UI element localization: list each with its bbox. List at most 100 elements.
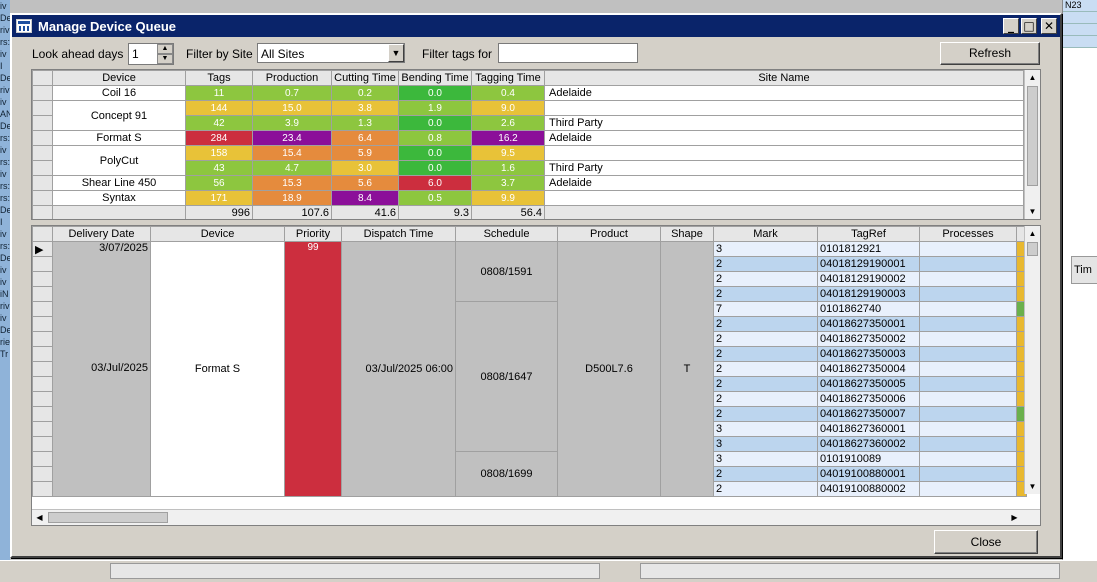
table-row[interactable]: Format S 284 23.4 6.4 0.8 16.2 Adelaide [32, 130, 1024, 146]
metric-cell-tags[interactable]: 171 [185, 190, 253, 206]
processes-cell[interactable] [919, 451, 1017, 467]
title-bar[interactable]: Manage Device Queue _ □ ✕ [12, 15, 1060, 37]
tagref-cell[interactable]: 04018627350006 [817, 391, 920, 407]
queue-vscroll[interactable]: ▲ ▼ [1024, 226, 1040, 494]
metric-cell-production[interactable]: 15.3 [252, 175, 332, 191]
site-name-cell[interactable]: Third Party [544, 115, 1024, 131]
look-ahead-spinner[interactable]: 1 ▲ ▼ [128, 43, 174, 65]
processes-cell[interactable] [919, 421, 1017, 437]
schedule-cell[interactable]: 0808/1647 [455, 301, 558, 452]
metric-cell-bending[interactable]: 0.0 [398, 160, 472, 176]
row-indicator[interactable] [32, 406, 53, 422]
site-name-cell[interactable]: Third Party [544, 160, 1024, 176]
summary-column-header[interactable]: Tagging Time [471, 70, 545, 86]
queue-scroll-thumb[interactable] [1027, 242, 1038, 256]
row-indicator[interactable] [32, 175, 53, 191]
metric-cell-cutting[interactable]: 5.9 [331, 145, 399, 161]
metric-cell-production[interactable]: 3.9 [252, 115, 332, 131]
metric-cell-tags[interactable]: 144 [185, 100, 253, 116]
row-indicator[interactable] [32, 286, 53, 302]
mark-cell[interactable]: 2 [713, 331, 818, 347]
row-indicator[interactable] [32, 130, 53, 146]
device-name-cell[interactable]: Format S [52, 130, 186, 146]
shape-cell[interactable]: T [660, 241, 714, 497]
metric-cell-cutting[interactable]: 0.2 [331, 85, 399, 101]
metric-cell-tags[interactable]: 43 [185, 160, 253, 176]
metric-cell-tagging[interactable]: 1.6 [471, 160, 545, 176]
processes-cell[interactable] [919, 271, 1017, 287]
row-indicator[interactable] [32, 376, 53, 392]
processes-cell[interactable] [919, 241, 1017, 257]
background-hscroll-right[interactable] [640, 563, 1060, 579]
row-indicator[interactable] [32, 256, 53, 272]
mark-cell[interactable]: 2 [713, 286, 818, 302]
table-row[interactable]: PolyCut 158 15.4 5.9 0.0 9.5 [32, 145, 1024, 176]
mark-cell[interactable]: 2 [713, 361, 818, 377]
metric-cell-cutting[interactable]: 5.6 [331, 175, 399, 191]
metric-cell-cutting[interactable]: 3.8 [331, 100, 399, 116]
device-name-cell[interactable]: Coil 16 [52, 85, 186, 101]
row-indicator[interactable] [32, 421, 53, 437]
queue-column-header[interactable]: Priority [284, 226, 342, 242]
metric-cell-bending[interactable]: 0.5 [398, 190, 472, 206]
tagref-cell[interactable]: 0101812921 [817, 241, 920, 257]
close-button[interactable]: Close [934, 530, 1038, 554]
row-indicator[interactable] [32, 346, 53, 362]
metric-cell-tags[interactable]: 56 [185, 175, 253, 191]
mark-cell[interactable]: 3 [713, 421, 818, 437]
table-row[interactable]: Syntax 171 18.9 8.4 0.5 9.9 [32, 190, 1024, 206]
tagref-cell[interactable]: 04019100880001 [817, 466, 920, 482]
summary-column-header[interactable]: Production [252, 70, 332, 86]
mark-cell[interactable]: 3 [713, 241, 818, 257]
device-name-cell[interactable]: Syntax [52, 190, 186, 206]
maximize-button[interactable]: □ [1021, 18, 1037, 34]
table-row[interactable]: ▶ 3/07/2025 03/Jul/2025 Format S 99 03/Jul/20… [32, 241, 1027, 497]
queue-column-header[interactable]: Product [557, 226, 661, 242]
device-name-cell[interactable]: Concept 91 [52, 100, 186, 131]
metric-cell-production[interactable]: 23.4 [252, 130, 332, 146]
row-indicator[interactable] [32, 316, 53, 332]
processes-cell[interactable] [919, 481, 1017, 497]
queue-column-header[interactable]: Processes [919, 226, 1017, 242]
metric-cell-cutting[interactable]: 1.3 [331, 115, 399, 131]
queue-column-header[interactable]: Dispatch Time [341, 226, 456, 242]
metric-cell-cutting[interactable]: 8.4 [331, 190, 399, 206]
summary-vscroll[interactable]: ▲ ▼ [1024, 70, 1040, 219]
queue-column-header[interactable]: Delivery Date [52, 226, 151, 242]
mark-cell[interactable]: 2 [713, 346, 818, 362]
row-indicator[interactable] [32, 391, 53, 407]
processes-cell[interactable] [919, 331, 1017, 347]
row-indicator[interactable] [32, 100, 53, 116]
site-name-cell[interactable]: Adelaide [544, 85, 1024, 101]
device-cell[interactable]: Format S [150, 241, 285, 497]
tagref-cell[interactable]: 04018627360002 [817, 436, 920, 452]
mark-cell[interactable]: 2 [713, 481, 818, 497]
metric-cell-tagging[interactable]: 9.5 [471, 145, 545, 161]
summary-column-header[interactable]: Site Name [544, 70, 1024, 86]
queue-column-header[interactable]: Schedule [455, 226, 558, 242]
summary-column-header[interactable]: Tags [185, 70, 253, 86]
site-filter-select[interactable]: All Sites ▼ [257, 43, 405, 63]
metric-cell-tagging[interactable]: 16.2 [471, 130, 545, 146]
tagref-cell[interactable]: 04018129190002 [817, 271, 920, 287]
queue-column-header[interactable]: Device [150, 226, 285, 242]
row-indicator[interactable] [32, 481, 53, 497]
device-name-cell[interactable]: Shear Line 450 [52, 175, 186, 191]
tagref-cell[interactable]: 04018627350004 [817, 361, 920, 377]
dispatch-time-cell[interactable]: 03/Jul/2025 06:00 [341, 241, 456, 497]
table-row[interactable]: Concept 91 144 15.0 3.8 1.9 9.0 [32, 100, 1024, 131]
device-name-cell[interactable]: PolyCut [52, 145, 186, 176]
tagref-cell[interactable]: 0101862740 [817, 301, 920, 317]
metric-cell-tagging[interactable]: 0.4 [471, 85, 545, 101]
summary-column-header[interactable]: Device [52, 70, 186, 86]
queue-column-header[interactable]: Shape [660, 226, 714, 242]
queue-hscroll[interactable]: ◀ ▶ [32, 509, 1040, 525]
scroll-down-icon[interactable]: ▼ [1025, 204, 1040, 219]
mark-cell[interactable]: 7 [713, 301, 818, 317]
schedule-cell[interactable]: 0808/1591 [455, 241, 558, 302]
scroll-left-icon[interactable]: ◀ [32, 510, 47, 525]
queue-hscroll-thumb[interactable] [48, 512, 168, 523]
tagref-cell[interactable]: 04018129190003 [817, 286, 920, 302]
row-indicator[interactable] [32, 361, 53, 377]
chevron-down-icon[interactable]: ▼ [388, 44, 404, 62]
